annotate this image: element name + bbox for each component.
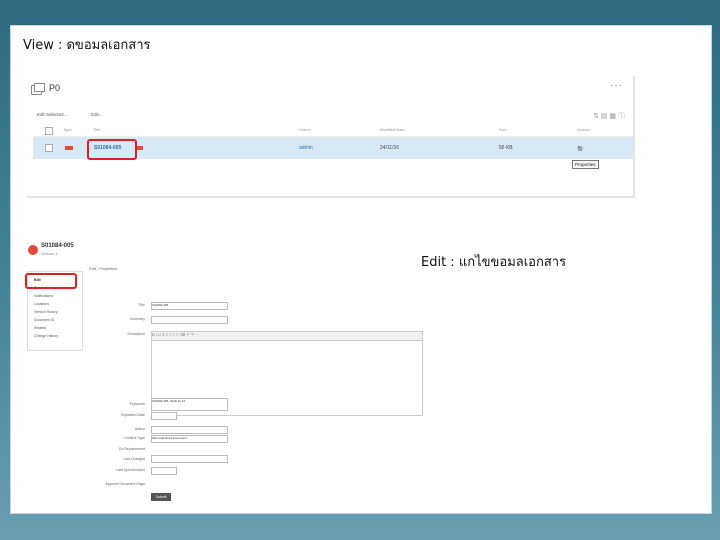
file-size: 56 KB	[499, 145, 513, 151]
content-type-select[interactable]: Microsoft Word Document	[151, 435, 228, 443]
table-row[interactable]: S01084-005 admin 24/11/16 56 KB ⇅ ☆ ···	[33, 137, 633, 160]
owner-link[interactable]: admin	[299, 145, 313, 151]
col-actions: Actions	[577, 127, 591, 132]
summary-field[interactable]	[151, 316, 228, 324]
expiration-date-field[interactable]	[151, 412, 177, 420]
label-author: Author	[134, 427, 145, 431]
nav-locations[interactable]: Locations	[34, 302, 49, 306]
title-field[interactable]: S01084-005	[151, 302, 228, 310]
col-title[interactable]: Title	[93, 127, 100, 132]
highlight-box	[25, 273, 77, 289]
nav-document-id[interactable]: Document ID	[34, 318, 54, 322]
nav-change-history[interactable]: Change History	[34, 334, 58, 338]
document-list-screenshot: P0 ··· Edit Selected... Edit... ⇅ ▤ ▦ ⓘ …	[27, 76, 635, 198]
highlight-box	[87, 139, 137, 160]
label-title: Title	[138, 303, 145, 307]
edit-properties-screenshot: S01084-005 Version 1 Edit : Properties E…	[25, 241, 423, 501]
view-toggle-icons[interactable]: ⇅ ▤ ▦ ⓘ	[593, 111, 625, 121]
label-last-changed: Last Changed	[123, 457, 145, 461]
pdf-icon	[28, 245, 38, 255]
col-size[interactable]: Size	[499, 127, 507, 132]
nav-related[interactable]: Related	[34, 326, 46, 330]
properties-tooltip: Properties	[572, 160, 599, 169]
version-label: Version 1	[41, 251, 58, 256]
row-checkbox[interactable]	[45, 144, 53, 152]
list-toolbar: Edit Selected... Edit... ⇅ ▤ ▦ ⓘ	[33, 109, 633, 121]
submit-button[interactable]: Submit	[151, 493, 171, 501]
pdf-icon	[65, 146, 73, 150]
label-keywords: Keywords	[129, 402, 145, 406]
modified-date: 24/11/16	[380, 145, 400, 151]
keywords-field[interactable]: S01084-005, 2016-11-24	[151, 398, 228, 411]
select-all-checkbox[interactable]	[45, 127, 53, 135]
last-changed-field[interactable]	[151, 455, 228, 463]
more-menu-icon[interactable]: ···	[610, 80, 623, 91]
nav-notifications[interactable]: Notifications	[34, 294, 53, 298]
author-field[interactable]	[151, 426, 228, 434]
label-summary: Summary	[130, 317, 145, 321]
col-modified[interactable]: Modified Date	[380, 127, 405, 132]
label-expiration: Expiration Date	[121, 413, 145, 417]
page-label: Edit : Properties	[89, 266, 118, 271]
slide-canvas: View : ดขอมลเอกสาร Edit : แกไขขอมลเอกสาร…	[10, 25, 712, 514]
edit-menu[interactable]: Edit...	[91, 112, 103, 117]
folder-title: P0	[49, 83, 61, 93]
view-heading: View : ดขอมลเอกสาร	[23, 38, 151, 53]
nav-version-history[interactable]: Version History	[34, 310, 58, 314]
folder-icon	[31, 83, 45, 95]
label-content-type: Content Type	[124, 436, 145, 440]
col-owner[interactable]: Owner	[299, 127, 311, 132]
label-last-sync: Last Synchronised	[116, 468, 145, 472]
label-replacement: Do Replacement	[118, 447, 145, 451]
last-sync-field[interactable]	[151, 467, 177, 475]
edit-heading: Edit : แกไขขอมลเอกสาร	[421, 255, 567, 270]
document-title: S01084-005	[41, 243, 74, 249]
label-approve-flags: Approve Document Flags	[105, 482, 146, 486]
edit-selected-menu[interactable]: Edit Selected...	[37, 112, 67, 117]
more-actions-icon[interactable]: ···	[577, 145, 584, 152]
table-header: Type Title Owner Modified Date Size Acti…	[33, 124, 633, 137]
col-type[interactable]: Type	[63, 127, 72, 132]
label-description: Description	[127, 332, 145, 336]
